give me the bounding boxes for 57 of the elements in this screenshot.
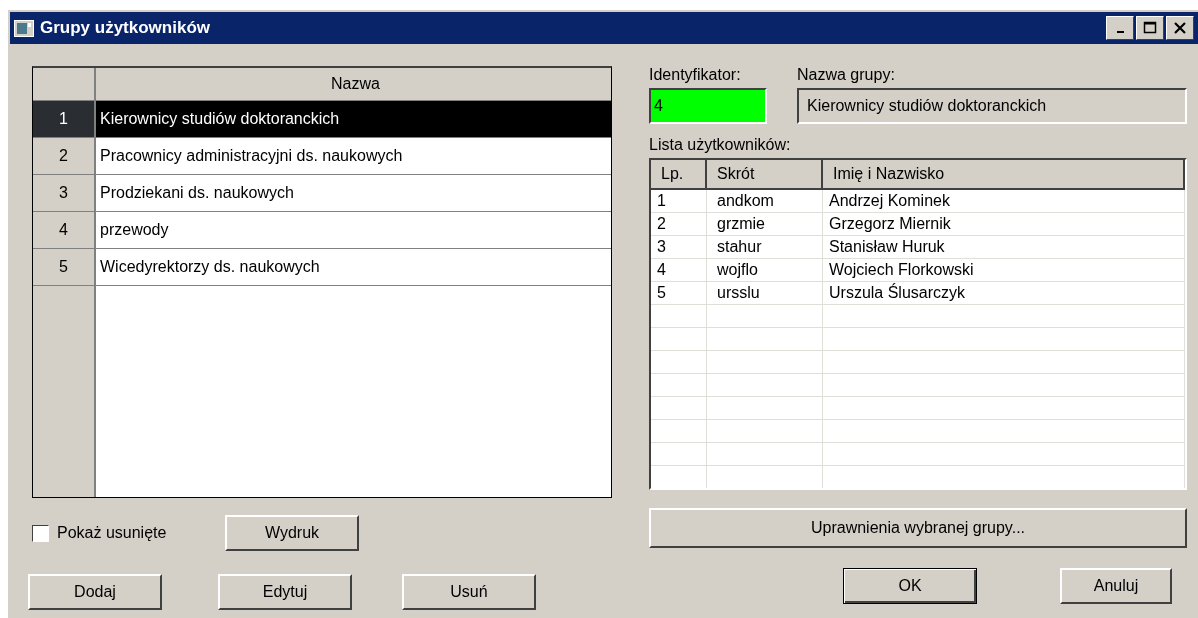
ok-button[interactable]: OK [843,568,977,604]
column-header[interactable]: Nazwa [96,68,611,100]
maximize-button[interactable] [1136,16,1164,40]
table-cell: 5 [651,282,707,304]
table-cell: grzmie [707,213,823,235]
print-button[interactable]: Wydruk [225,515,359,551]
column-header[interactable]: Imię i Nazwisko [823,160,1185,188]
table-cell: ursslu [707,282,823,304]
action-button[interactable]: Usuń [402,574,536,610]
table-cell: wojflo [707,259,823,281]
table-cell-text: przewody [99,220,170,240]
maximize-icon [1143,21,1157,35]
table-row[interactable]: 5 Wicedyrektorzy ds. naukowych [33,249,611,286]
close-icon [1173,21,1187,35]
minimize-icon [1116,31,1124,33]
row-number: 3 [33,175,96,211]
table-cell: Stanisław Huruk [823,236,1185,258]
table-cell: Urszula Ślusarczyk [823,282,1185,304]
permissions-button[interactable]: Uprawnienia wybranej grupy... [649,508,1187,548]
table-cell-text: Wicedyrektorzy ds. naukowych [99,257,321,277]
row-number: 4 [33,212,96,248]
close-button[interactable] [1166,16,1194,40]
table-row[interactable]: 2 Pracownicy administracyjni ds. naukowych [33,138,611,175]
table-cell: andkom [707,190,823,212]
group-name-field[interactable]: Kierownicy studiów doktoranckich [797,88,1187,124]
table-cell-text: Pracownicy administracyjni ds. naukowych [99,146,404,166]
column-header[interactable]: Lp. [651,160,707,188]
identifier-field[interactable]: 4 [649,88,767,124]
field-label: Identyfikator: [649,66,742,84]
column-header[interactable]: Skrót [707,160,823,188]
show-deleted-checkbox[interactable]: Pokaż usunięte [32,524,225,542]
checkbox-label: Pokaż usunięte [57,524,167,542]
checkbox[interactable] [32,524,49,542]
table-cell: 3 [651,236,707,258]
window-icon [14,19,34,37]
cancel-button[interactable]: Anuluj [1060,568,1172,604]
action-button[interactable]: Dodaj [28,574,162,610]
table-cell: 2 [651,213,707,235]
row-number: 1 [33,101,96,137]
table-cell: 4 [651,259,707,281]
table-cell: Andrzej Kominek [823,190,1185,212]
table-row[interactable]: 1 Kierownicy studiów doktoranckich [33,101,611,138]
table-cell-text: Prodziekani ds. naukowych [99,183,295,203]
table-cell: Kierownicy studiów doktoranckich [96,101,611,137]
window-title: Grupy użytkowników [40,18,212,38]
table-cell: stahur [707,236,823,258]
table-row[interactable]: 4 przewody [33,212,611,249]
table-cell: 1 [651,190,707,212]
action-button[interactable]: Edytuj [218,574,352,610]
table-cell: Grzegorz Miernik [823,213,1185,235]
row-number: 5 [33,249,96,285]
row-number: 2 [33,138,96,174]
minimize-button[interactable] [1106,16,1134,40]
table-row[interactable]: 3 Prodziekani ds. naukowych [33,175,611,212]
list-label: Lista użytkowników: [649,136,792,154]
field-label: Nazwa grupy: [797,66,896,84]
table-cell: Wojciech Florkowski [823,259,1185,281]
